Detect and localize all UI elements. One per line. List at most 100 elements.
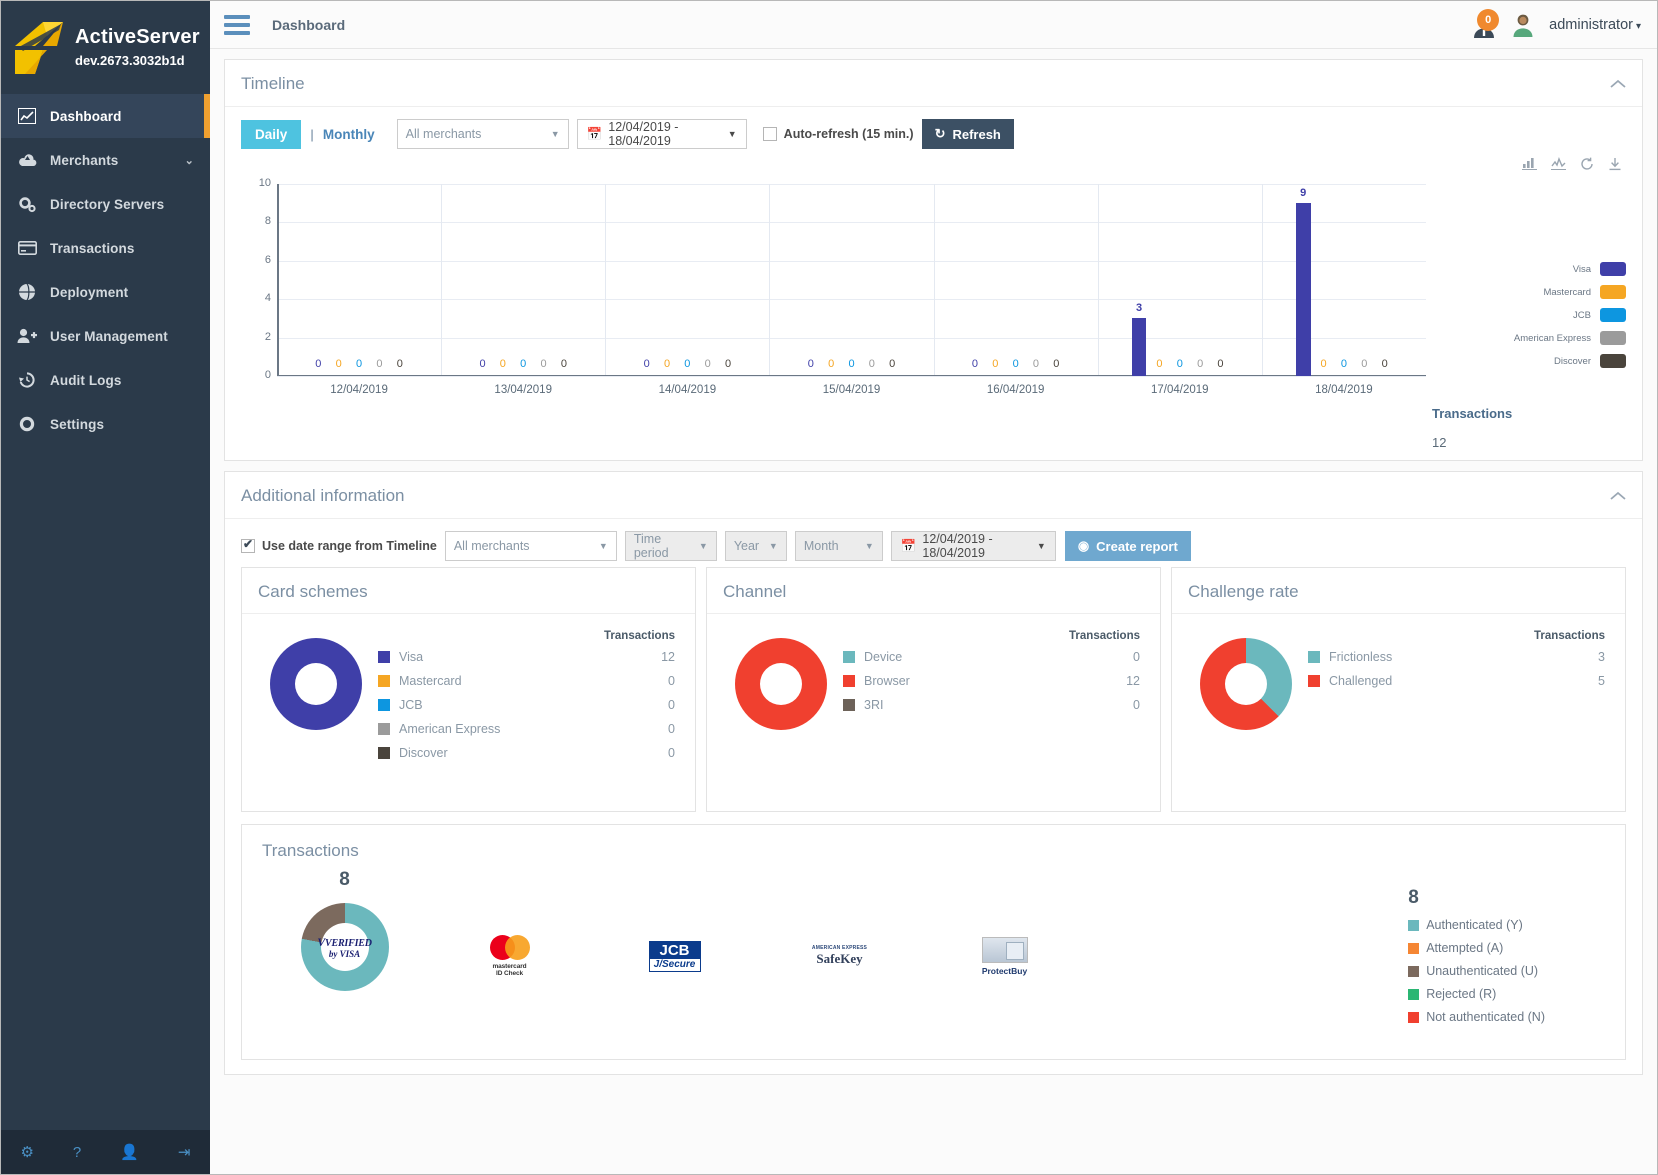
category-divider — [441, 184, 442, 376]
monthly-button[interactable]: Monthly — [323, 127, 375, 142]
chart-legend-item[interactable]: American Express — [1432, 331, 1626, 345]
history-icon — [17, 370, 37, 390]
sidebar-item-transactions[interactable]: Transactions — [1, 226, 210, 270]
card-schemes-body: Transactions Visa12Mastercard0JCB0Americ… — [242, 614, 695, 811]
legend-item[interactable]: 3RI0 — [843, 698, 1146, 712]
bar-value-label: 0 — [828, 358, 834, 370]
legend-swatch — [1600, 354, 1626, 368]
status-legend-item[interactable]: Not authenticated (N) — [1408, 1010, 1545, 1024]
additional-merchant-select[interactable]: All merchants ▼ — [445, 531, 617, 561]
x-axis-tick: 12/04/2019 — [330, 384, 388, 396]
vbv-line1: VERIFIED — [325, 938, 372, 949]
chart-bar[interactable] — [1296, 203, 1311, 376]
download-icon[interactable] — [1608, 157, 1622, 174]
transactions-total: 8 — [1408, 887, 1545, 909]
date-range-picker[interactable]: 📅 12/04/2019 - 18/04/2019 ▼ — [577, 119, 747, 149]
brand-title: ActiveServer — [75, 25, 200, 50]
brand: ActiveServer dev.2673.3032b1d — [1, 1, 210, 94]
chart-legend-item[interactable]: Discover — [1432, 354, 1626, 368]
transactions-brands-panel: Transactions 8 VVERIFIED by VISA — [241, 824, 1626, 1060]
create-report-button[interactable]: ◉ Create report — [1065, 531, 1191, 561]
chevron-down-icon: ▼ — [859, 541, 874, 551]
bar-value-label: 0 — [1341, 358, 1347, 370]
sidebar-item-merchants[interactable]: Merchants ⌄ — [1, 138, 210, 182]
bar-value-label: 0 — [1013, 358, 1019, 370]
notifications-button[interactable]: 0 — [1471, 11, 1497, 39]
additional-date-range-picker[interactable]: 📅 12/04/2019 - 18/04/2019 ▼ — [891, 531, 1056, 561]
status-legend-item[interactable]: Authenticated (Y) — [1408, 918, 1545, 932]
user-icon[interactable]: 👤 — [120, 1143, 139, 1161]
timeline-bar-chart[interactable]: 02468100000012/04/20190000013/04/2019000… — [241, 174, 1426, 404]
globe-icon — [17, 282, 37, 302]
legend-item[interactable]: Device0 — [843, 650, 1146, 664]
hamburger-icon[interactable] — [224, 15, 250, 35]
legend-item[interactable]: Frictionless3 — [1308, 650, 1611, 664]
avatar[interactable] — [1510, 12, 1536, 38]
transactions-panel-title: Transactions — [242, 825, 1625, 869]
chevron-up-icon[interactable] — [1610, 77, 1626, 92]
sidebar-item-dashboard[interactable]: Dashboard — [1, 94, 210, 138]
chart-legend-item[interactable]: Mastercard — [1432, 285, 1626, 299]
legend-item[interactable]: Challenged5 — [1308, 674, 1611, 688]
month-select[interactable]: Month ▼ — [795, 531, 883, 561]
legend-item[interactable]: Browser12 — [843, 674, 1146, 688]
y-axis-tick: 6 — [249, 254, 271, 266]
legend-value: 0 — [1133, 698, 1146, 712]
use-date-range-checkbox[interactable]: Use date range from Timeline — [241, 539, 437, 553]
reset-zoom-icon[interactable] — [1580, 157, 1594, 174]
sidebar-item-audit-logs[interactable]: Audit Logs — [1, 358, 210, 402]
line-chart-icon[interactable] — [1551, 157, 1566, 174]
status-legend-item[interactable]: Attempted (A) — [1408, 941, 1545, 955]
chevron-down-icon: ▼ — [1037, 541, 1046, 551]
channel-card: Channel Transactions Device0Browser123RI… — [706, 567, 1161, 812]
legend-label: American Express — [399, 722, 500, 736]
help-icon[interactable]: ? — [73, 1144, 81, 1161]
bar-value-label: 0 — [1382, 358, 1388, 370]
status-legend-item[interactable]: Rejected (R) — [1408, 987, 1545, 1001]
daily-button[interactable]: Daily — [241, 120, 301, 149]
chevron-down-icon: ▼ — [763, 541, 778, 551]
jcb-top-label: JCB — [650, 942, 700, 959]
visa-donut-wrap: VVERIFIED by VISA — [301, 903, 389, 991]
sidebar-item-directory-servers[interactable]: Directory Servers — [1, 182, 210, 226]
chart-bar[interactable] — [1132, 318, 1147, 376]
visa-brand-block: 8 VVERIFIED by VISA — [262, 869, 427, 991]
legend-value: 0 — [668, 674, 681, 688]
auto-refresh-checkbox[interactable]: Auto-refresh (15 min.) — [763, 127, 914, 141]
year-select[interactable]: Year ▼ — [725, 531, 787, 561]
bar-chart-icon[interactable] — [1522, 157, 1537, 174]
sidebar: ActiveServer dev.2673.3032b1d Dashboard … — [1, 1, 210, 1174]
legend-label: Device — [864, 650, 902, 664]
status-legend-item[interactable]: Unauthenticated (U) — [1408, 964, 1545, 978]
legend-item[interactable]: American Express0 — [378, 722, 681, 736]
bar-value-label: 0 — [336, 358, 342, 370]
bar-value-label: 0 — [520, 358, 526, 370]
legend-label: Not authenticated (N) — [1426, 1010, 1545, 1024]
date-range-value: 12/04/2019 - 18/04/2019 — [922, 532, 1031, 560]
content: Timeline Daily | Monthly All merchants ▼ — [210, 49, 1657, 1174]
refresh-button[interactable]: ↻ Refresh — [922, 119, 1014, 149]
sidebar-item-user-management[interactable]: User Management — [1, 314, 210, 358]
legend-item[interactable]: Discover0 — [378, 746, 681, 760]
legend-label: Attempted (A) — [1426, 941, 1503, 955]
timeline-total-value: 12 — [1432, 435, 1626, 450]
legend-item[interactable]: Mastercard0 — [378, 674, 681, 688]
gear-icon[interactable]: ⚙ — [20, 1143, 33, 1161]
challenge-rate-card: Challenge rate Transactions Frictionless… — [1171, 567, 1626, 812]
legend-item[interactable]: JCB0 — [378, 698, 681, 712]
chart-legend-item[interactable]: JCB — [1432, 308, 1626, 322]
logout-icon[interactable]: ⇥ — [178, 1143, 191, 1161]
activeserver-logo-icon — [13, 20, 65, 76]
time-period-select[interactable]: Time period ▼ — [625, 531, 717, 561]
channel-donut — [735, 638, 827, 730]
chevron-up-icon[interactable] — [1610, 489, 1626, 504]
sidebar-item-settings[interactable]: Settings — [1, 402, 210, 446]
timeline-total-label: Transactions — [1432, 406, 1626, 421]
legend-swatch — [1408, 966, 1419, 977]
chart-legend-item[interactable]: Visa — [1432, 262, 1626, 276]
merchant-select[interactable]: All merchants ▼ — [397, 119, 569, 149]
legend-item[interactable]: Visa12 — [378, 650, 681, 664]
user-menu[interactable]: administrator▾ — [1549, 17, 1641, 33]
sidebar-item-deployment[interactable]: Deployment — [1, 270, 210, 314]
legend-value: 3 — [1598, 650, 1611, 664]
